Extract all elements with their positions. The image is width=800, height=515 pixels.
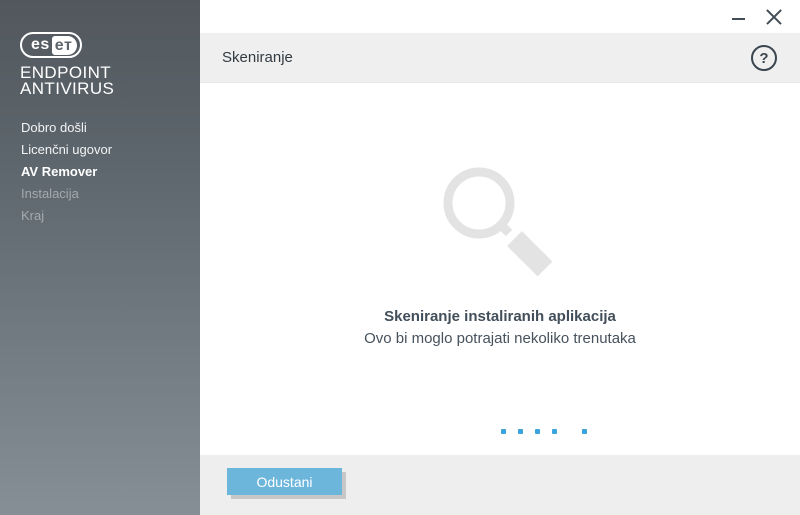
- eset-brand-icon: es ет: [20, 32, 82, 58]
- loader-dot: [501, 429, 506, 434]
- minimize-icon: [732, 18, 745, 20]
- window-controls: [720, 0, 792, 33]
- loader-dot: [552, 429, 557, 434]
- loading-dots-indicator: [501, 429, 587, 434]
- wizard-steps: Dobro došli Licenčni ugovor AV Remover I…: [0, 117, 200, 227]
- loader-dot: [518, 429, 523, 434]
- eset-logo: es ет ENDPOINT ANTIVIRUS: [20, 32, 114, 97]
- help-button[interactable]: ?: [751, 45, 777, 71]
- eset-brand-right: ет: [52, 36, 78, 55]
- scan-panel: Skeniranje instaliranih aplikacija Ovo b…: [200, 84, 800, 455]
- titlebar: [200, 0, 800, 33]
- wizard-step-license: Licenčni ugovor: [0, 139, 200, 161]
- question-mark-icon: ?: [759, 50, 768, 67]
- wizard-step-installation: Instalacija: [0, 183, 200, 205]
- sidebar: es ет ENDPOINT ANTIVIRUS Dobro došli Lic…: [0, 0, 200, 515]
- loader-dot: [535, 429, 540, 434]
- close-button[interactable]: [756, 0, 792, 33]
- magnifier-icon: [434, 158, 564, 288]
- page-header: Skeniranje ?: [200, 33, 800, 83]
- page-title: Skeniranje: [222, 33, 293, 83]
- scan-status-subheading: Ovo bi moglo potrajati nekoliko trenutak…: [200, 330, 800, 347]
- wizard-step-av-remover: AV Remover: [0, 161, 200, 183]
- cancel-button[interactable]: Odustani: [227, 468, 342, 495]
- product-name-line2: ANTIVIRUS: [20, 81, 114, 97]
- close-icon: [765, 8, 783, 26]
- eset-brand-left: es: [31, 35, 50, 55]
- footer-bar: Odustani: [200, 455, 800, 515]
- wizard-step-welcome: Dobro došli: [0, 117, 200, 139]
- wizard-step-finish: Kraj: [0, 205, 200, 227]
- minimize-button[interactable]: [720, 0, 756, 33]
- loader-dot: [582, 429, 587, 434]
- scan-status-heading: Skeniranje instaliranih aplikacija: [200, 308, 800, 325]
